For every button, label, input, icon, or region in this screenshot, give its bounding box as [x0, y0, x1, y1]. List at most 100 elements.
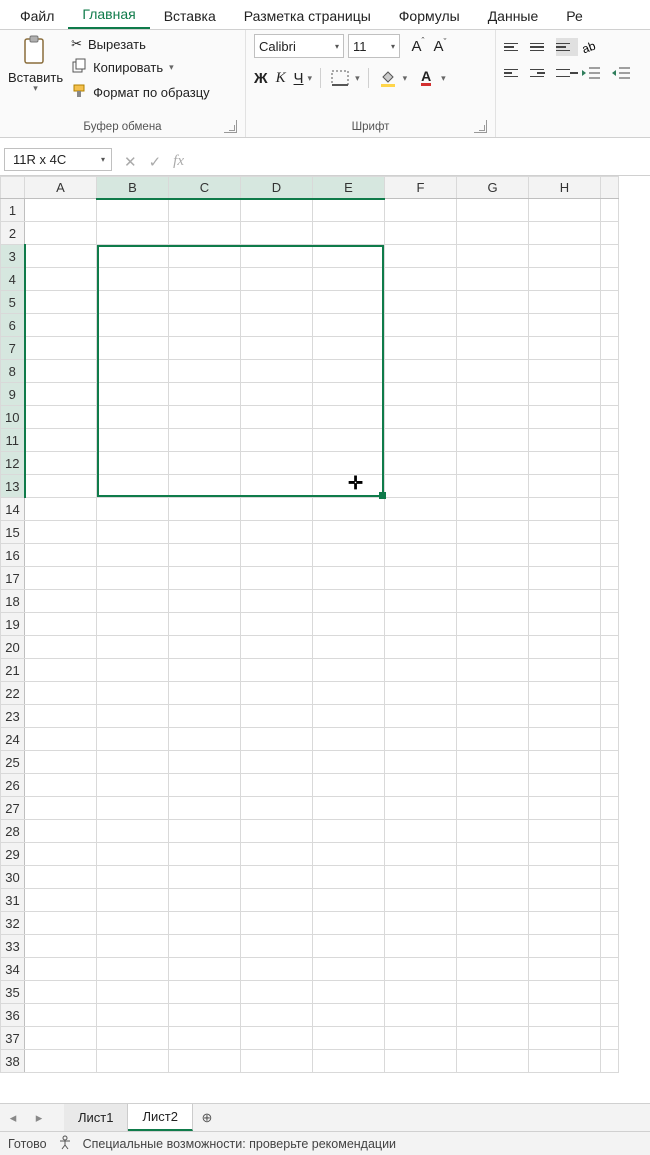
cell[interactable] [313, 613, 385, 636]
cell[interactable] [457, 1050, 529, 1073]
cell[interactable] [97, 314, 169, 337]
cell[interactable] [385, 1027, 457, 1050]
font-launcher[interactable] [474, 120, 487, 133]
cell[interactable] [25, 291, 97, 314]
cell[interactable] [25, 705, 97, 728]
cell[interactable] [241, 360, 313, 383]
cell[interactable] [169, 544, 241, 567]
cell[interactable] [385, 1004, 457, 1027]
row-header-11[interactable]: 11 [1, 429, 25, 452]
cell[interactable] [169, 475, 241, 498]
row-header-15[interactable]: 15 [1, 521, 25, 544]
cell[interactable] [529, 1050, 601, 1073]
tab-formulas[interactable]: Формулы [385, 2, 474, 29]
cell[interactable] [25, 475, 97, 498]
cell[interactable] [385, 291, 457, 314]
cell[interactable] [529, 406, 601, 429]
cell[interactable] [25, 590, 97, 613]
cell[interactable] [241, 1027, 313, 1050]
cell[interactable] [241, 245, 313, 268]
cell[interactable] [241, 774, 313, 797]
cell[interactable] [169, 521, 241, 544]
cell[interactable] [529, 981, 601, 1004]
row-header-22[interactable]: 22 [1, 682, 25, 705]
cell[interactable] [313, 843, 385, 866]
cell[interactable] [241, 544, 313, 567]
cell[interactable] [529, 843, 601, 866]
cell[interactable] [25, 728, 97, 751]
cell[interactable] [385, 751, 457, 774]
cell[interactable] [97, 268, 169, 291]
clipboard-launcher[interactable] [224, 120, 237, 133]
underline-button[interactable]: Ч [294, 70, 304, 87]
cell[interactable] [169, 613, 241, 636]
cell[interactable] [169, 383, 241, 406]
cell[interactable] [25, 268, 97, 291]
cell[interactable] [97, 636, 169, 659]
cell[interactable] [97, 429, 169, 452]
format-painter-button[interactable]: Формат по образцу [71, 83, 210, 102]
cell[interactable] [169, 774, 241, 797]
cell[interactable] [169, 222, 241, 245]
cell[interactable] [25, 843, 97, 866]
row-header-34[interactable]: 34 [1, 958, 25, 981]
formula-bar[interactable] [192, 148, 650, 175]
cell[interactable] [457, 337, 529, 360]
align-center-button[interactable] [530, 64, 552, 82]
row-header-37[interactable]: 37 [1, 1027, 25, 1050]
cell[interactable] [457, 521, 529, 544]
cell[interactable] [385, 958, 457, 981]
cell[interactable] [385, 981, 457, 1004]
cell[interactable] [241, 659, 313, 682]
cell[interactable] [313, 544, 385, 567]
cell[interactable] [241, 958, 313, 981]
row-header-17[interactable]: 17 [1, 567, 25, 590]
copy-button[interactable]: Копировать ▾ [71, 58, 210, 77]
cell[interactable] [385, 429, 457, 452]
row-header-30[interactable]: 30 [1, 866, 25, 889]
cell[interactable] [241, 268, 313, 291]
cell[interactable] [313, 268, 385, 291]
col-header-G[interactable]: G [457, 177, 529, 199]
cell[interactable] [25, 383, 97, 406]
cell[interactable] [313, 1004, 385, 1027]
cell[interactable] [385, 452, 457, 475]
confirm-entry-button[interactable]: ✓ [149, 153, 162, 171]
cell[interactable] [25, 498, 97, 521]
cell[interactable] [169, 429, 241, 452]
cell[interactable] [313, 682, 385, 705]
cell[interactable] [457, 498, 529, 521]
cell[interactable] [457, 843, 529, 866]
cell[interactable] [25, 544, 97, 567]
row-header-1[interactable]: 1 [1, 199, 25, 222]
cell[interactable] [385, 268, 457, 291]
cell[interactable] [97, 590, 169, 613]
cell[interactable] [457, 659, 529, 682]
cell[interactable] [457, 820, 529, 843]
cell[interactable] [169, 728, 241, 751]
col-header-E[interactable]: E [313, 177, 385, 199]
shrink-font-button[interactable]: Aˇ [430, 36, 450, 56]
cell[interactable] [241, 1050, 313, 1073]
cell[interactable] [457, 682, 529, 705]
grow-font-button[interactable]: Aˆ [408, 36, 428, 56]
cell[interactable] [313, 981, 385, 1004]
cell[interactable] [457, 383, 529, 406]
cell[interactable] [457, 774, 529, 797]
cell[interactable] [385, 843, 457, 866]
cut-button[interactable]: ✂ Вырезать [71, 36, 210, 52]
cell[interactable] [97, 383, 169, 406]
cell[interactable] [25, 1004, 97, 1027]
cell[interactable] [457, 613, 529, 636]
cell[interactable] [385, 222, 457, 245]
cell[interactable] [97, 866, 169, 889]
cell[interactable] [385, 820, 457, 843]
cell[interactable] [169, 797, 241, 820]
cell[interactable] [25, 659, 97, 682]
row-header-28[interactable]: 28 [1, 820, 25, 843]
cell[interactable] [529, 475, 601, 498]
cell[interactable] [457, 889, 529, 912]
fx-button[interactable]: fx [173, 153, 184, 170]
cell[interactable] [313, 314, 385, 337]
chevron-down-icon[interactable]: ▾ [308, 73, 313, 84]
